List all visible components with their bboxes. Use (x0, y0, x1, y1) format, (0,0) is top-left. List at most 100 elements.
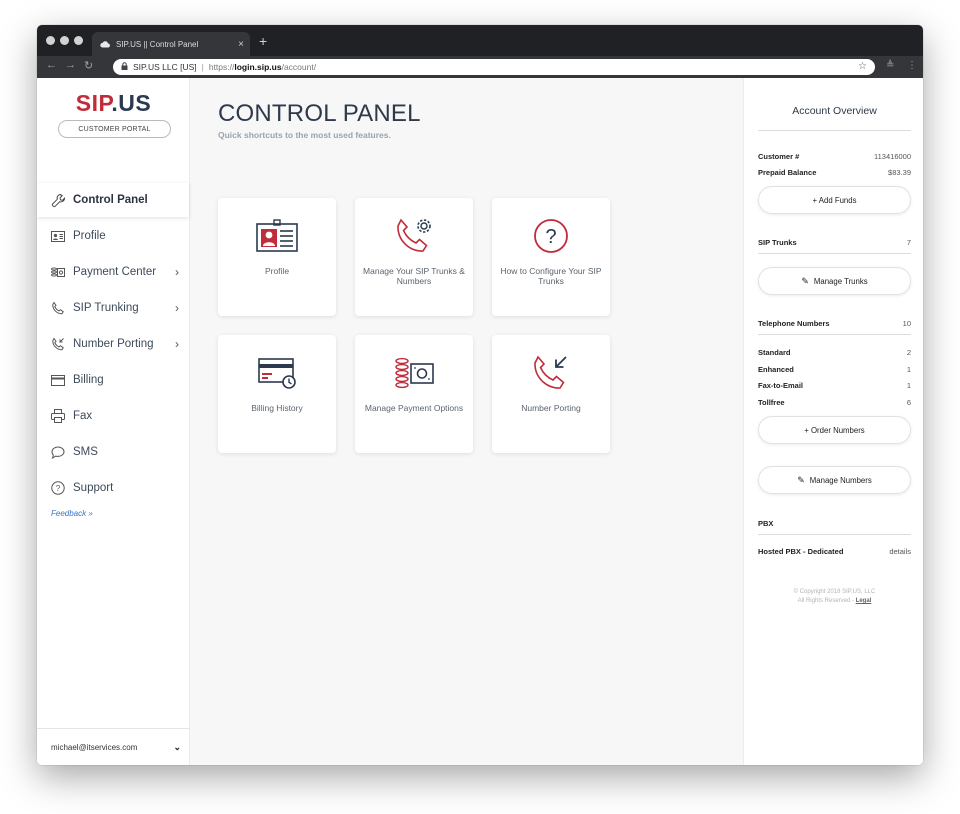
sidebar-item-sip-trunking[interactable]: SIP Trunking › (37, 291, 190, 325)
bookmark-star-icon[interactable]: ☆ (858, 61, 867, 72)
title-bar: SIP.US || Control Panel × + (37, 25, 923, 56)
pencil-icon: ✎ (801, 275, 809, 286)
url-host: login.sip.us (234, 62, 282, 72)
sip-us-logo[interactable]: SIP.US (37, 90, 190, 117)
phone-incoming-icon (492, 353, 610, 393)
pencil-icon: ✎ (797, 474, 805, 485)
sidebar-item-label: SMS (73, 446, 98, 458)
manage-trunks-button[interactable]: ✎ Manage Trunks (758, 267, 911, 295)
menu-dots-icon[interactable]: ⋮ (907, 60, 917, 71)
order-numbers-button[interactable]: + Order Numbers (758, 416, 911, 444)
main-content: CONTROL PANEL Quick shortcuts to the mos… (190, 78, 743, 765)
user-email: michael@itservices.com (51, 742, 138, 752)
sidebar-item-billing[interactable]: Billing (37, 363, 190, 397)
card-profile[interactable]: Profile (218, 198, 336, 316)
number-type-row: Standard 2 (758, 348, 911, 357)
payment-icon (50, 264, 66, 280)
sidebar-item-profile[interactable]: Profile (37, 219, 190, 253)
maximize-window-button[interactable] (74, 36, 83, 45)
lock-icon (121, 62, 128, 72)
sidebar-item-control-panel[interactable]: Control Panel (37, 183, 189, 217)
card-icon (50, 372, 66, 388)
billing-history-icon (218, 353, 336, 393)
prepaid-balance-row: Prepaid Balance $83.39 (758, 168, 911, 177)
url-scheme: https:// (208, 62, 235, 72)
phone-gear-icon (355, 216, 473, 256)
card-label: Manage Payment Options (364, 403, 464, 413)
divider (758, 130, 911, 131)
number-type-row: Fax-to-Email 1 (758, 381, 911, 390)
prepaid-balance-value: $83.39 (888, 168, 911, 177)
minimize-window-button[interactable] (60, 36, 69, 45)
add-funds-button[interactable]: + Add Funds (758, 186, 911, 214)
profile-card-icon (218, 216, 336, 256)
card-number-porting[interactable]: Number Porting (492, 335, 610, 453)
card-payment-options[interactable]: Manage Payment Options (355, 335, 473, 453)
page-title: CONTROL PANEL (218, 100, 421, 127)
sidebar-item-sms[interactable]: SMS (37, 435, 190, 469)
customer-number-row: Customer # 113416000 (758, 152, 911, 161)
feedback-link[interactable]: Feedback » (51, 509, 93, 518)
browser-tab[interactable]: SIP.US || Control Panel × (92, 32, 250, 56)
sidebar-item-number-porting[interactable]: Number Porting › (37, 327, 190, 361)
card-label: How to Configure Your SIP Trunks (500, 266, 602, 286)
sip-trunks-count: 7 (906, 238, 911, 247)
url-path: /account/ (281, 62, 317, 72)
tab-title: SIP.US || Control Panel (116, 39, 199, 49)
id-card-icon (50, 228, 66, 244)
card-manage-trunks-numbers[interactable]: Manage Your SIP Trunks & Numbers (355, 198, 473, 316)
close-window-button[interactable] (46, 36, 55, 45)
legal-link[interactable]: Legal (856, 598, 872, 604)
reload-icon[interactable]: ↻ (84, 59, 93, 72)
pbx-details-link[interactable]: details (889, 547, 911, 556)
chevron-down-icon: ⌄ (173, 741, 181, 752)
money-icon (355, 353, 473, 393)
new-tab-button[interactable]: + (259, 33, 267, 49)
divider (758, 253, 911, 254)
sidebar-item-payment-center[interactable]: Payment Center › (37, 255, 190, 289)
address-bar[interactable]: SIP.US LLC [US] | https:// login.sip.us … (113, 59, 875, 75)
account-overview-title: Account Overview (792, 105, 877, 117)
sidebar-item-support[interactable]: ? Support (37, 471, 190, 505)
card-label: Manage Your SIP Trunks & Numbers (363, 266, 465, 286)
card-label: Profile (264, 266, 290, 276)
chevron-right-icon: › (175, 265, 179, 279)
manage-numbers-button[interactable]: ✎ Manage Numbers (758, 466, 911, 494)
forward-arrow-icon[interactable]: → (65, 59, 76, 71)
sidebar-item-label: SIP Trunking (73, 302, 139, 314)
sidebar: SIP.US CUSTOMER PORTAL Control Panel Pro… (37, 78, 190, 765)
sidebar-item-label: Control Panel (73, 194, 148, 206)
chevron-right-icon: › (175, 301, 179, 315)
account-overview-panel: Account Overview Customer # 113416000 Pr… (743, 78, 923, 765)
browser-toolbar: ← → ↻ SIP.US LLC [US] | https:// login.s… (37, 56, 923, 78)
divider (758, 534, 911, 535)
card-label: Number Porting (521, 403, 581, 413)
copyright-footer: © Copyright 2018 SIP.US, LLC All Rights … (793, 589, 876, 604)
card-label: Billing History (251, 403, 303, 413)
user-menu[interactable]: michael@itservices.com ⌄ (37, 728, 190, 765)
site-identity: SIP.US LLC [US] (133, 62, 197, 72)
card-billing-history[interactable]: Billing History (218, 335, 336, 453)
card-configure-trunks[interactable]: ? How to Configure Your SIP Trunks (492, 198, 610, 316)
svg-text:?: ? (56, 484, 61, 493)
help-circle-icon: ? (50, 480, 66, 496)
back-arrow-icon[interactable]: ← (46, 59, 57, 71)
number-type-row: Tollfree 6 (758, 398, 911, 407)
page-subtitle: Quick shortcuts to the most used feature… (218, 130, 391, 140)
fax-icon (50, 408, 66, 424)
sip-trunks-row: SIP Trunks 7 (758, 238, 911, 247)
tab-close-icon[interactable]: × (232, 39, 250, 50)
phone-porting-icon (50, 336, 66, 352)
sidebar-item-label: Support (73, 482, 114, 494)
telephone-numbers-row: Telephone Numbers 10 (758, 319, 911, 328)
hosted-pbx-row: Hosted PBX - Dedicated details (758, 547, 911, 556)
sidebar-item-label: Payment Center (73, 266, 157, 278)
phone-icon (50, 300, 66, 316)
sidebar-item-label: Profile (73, 230, 106, 242)
extension-icon[interactable]: ≜ (886, 60, 894, 71)
customer-number-value: 113416000 (874, 152, 911, 161)
telephone-numbers-count: 10 (902, 319, 911, 328)
sidebar-item-label: Fax (73, 410, 93, 422)
pbx-row: PBX (758, 519, 774, 528)
sidebar-item-fax[interactable]: Fax (37, 399, 190, 433)
